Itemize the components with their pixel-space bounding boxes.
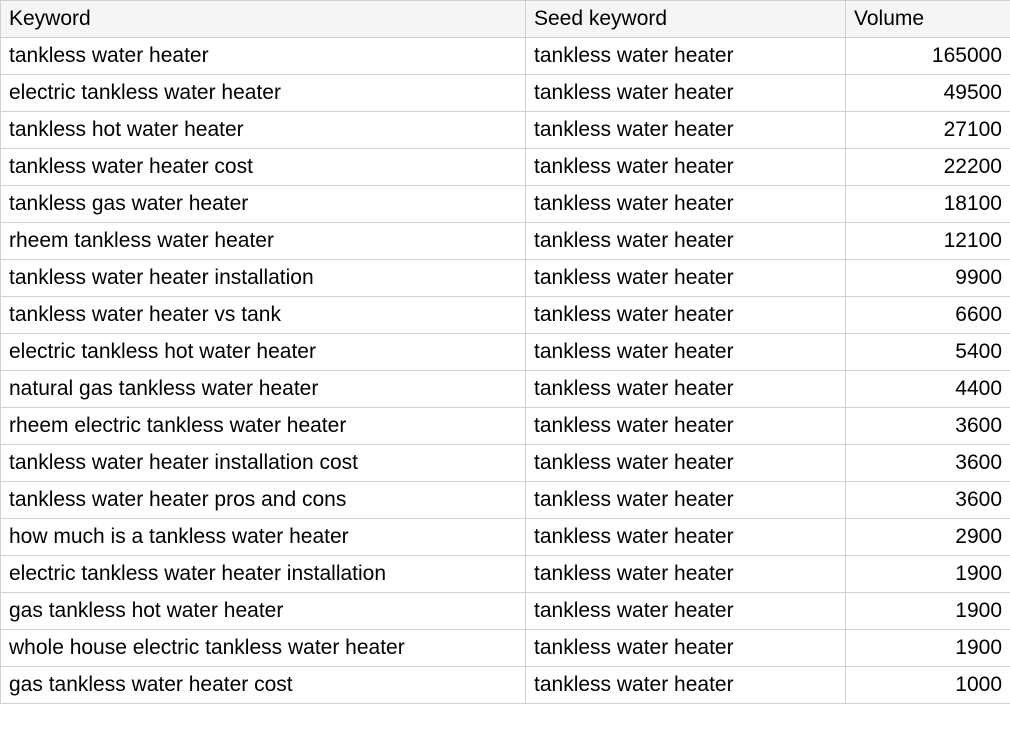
cell-volume[interactable]: 3600 <box>846 482 1010 519</box>
cell-seed[interactable]: tankless water heater <box>526 75 846 112</box>
cell-volume[interactable]: 2900 <box>846 519 1010 556</box>
cell-volume[interactable]: 4400 <box>846 371 1010 408</box>
cell-keyword[interactable]: tankless water heater installation cost <box>1 445 526 482</box>
table-body: tankless water heatertankless water heat… <box>1 38 1010 704</box>
table-row: how much is a tankless water heatertankl… <box>1 519 1010 556</box>
keyword-table: Keyword Seed keyword Volume tankless wat… <box>0 0 1010 704</box>
cell-volume[interactable]: 1900 <box>846 556 1010 593</box>
cell-seed[interactable]: tankless water heater <box>526 445 846 482</box>
cell-volume[interactable]: 165000 <box>846 38 1010 75</box>
table-row: electric tankless water heater installat… <box>1 556 1010 593</box>
table-row: rheem electric tankless water heatertank… <box>1 408 1010 445</box>
cell-volume[interactable]: 3600 <box>846 408 1010 445</box>
cell-keyword[interactable]: electric tankless water heater installat… <box>1 556 526 593</box>
cell-volume[interactable]: 12100 <box>846 223 1010 260</box>
cell-volume[interactable]: 1900 <box>846 593 1010 630</box>
table-row: electric tankless water heatertankless w… <box>1 75 1010 112</box>
cell-keyword[interactable]: how much is a tankless water heater <box>1 519 526 556</box>
cell-keyword[interactable]: gas tankless hot water heater <box>1 593 526 630</box>
cell-seed[interactable]: tankless water heater <box>526 408 846 445</box>
cell-keyword[interactable]: natural gas tankless water heater <box>1 371 526 408</box>
table-row: whole house electric tankless water heat… <box>1 630 1010 667</box>
cell-keyword[interactable]: gas tankless water heater cost <box>1 667 526 704</box>
cell-volume[interactable]: 49500 <box>846 75 1010 112</box>
table-row: gas tankless hot water heatertankless wa… <box>1 593 1010 630</box>
cell-seed[interactable]: tankless water heater <box>526 149 846 186</box>
cell-keyword[interactable]: tankless hot water heater <box>1 112 526 149</box>
cell-seed[interactable]: tankless water heater <box>526 297 846 334</box>
cell-seed[interactable]: tankless water heater <box>526 371 846 408</box>
cell-volume[interactable]: 5400 <box>846 334 1010 371</box>
cell-volume[interactable]: 3600 <box>846 445 1010 482</box>
cell-keyword[interactable]: tankless water heater cost <box>1 149 526 186</box>
cell-seed[interactable]: tankless water heater <box>526 482 846 519</box>
cell-keyword[interactable]: tankless water heater <box>1 38 526 75</box>
cell-volume[interactable]: 9900 <box>846 260 1010 297</box>
header-seed[interactable]: Seed keyword <box>526 1 846 38</box>
cell-seed[interactable]: tankless water heater <box>526 38 846 75</box>
cell-seed[interactable]: tankless water heater <box>526 630 846 667</box>
cell-volume[interactable]: 18100 <box>846 186 1010 223</box>
cell-volume[interactable]: 1000 <box>846 667 1010 704</box>
cell-seed[interactable]: tankless water heater <box>526 593 846 630</box>
cell-keyword[interactable]: tankless water heater pros and cons <box>1 482 526 519</box>
table-row: gas tankless water heater costtankless w… <box>1 667 1010 704</box>
table-row: rheem tankless water heatertankless wate… <box>1 223 1010 260</box>
table-row: tankless water heater costtankless water… <box>1 149 1010 186</box>
cell-seed[interactable]: tankless water heater <box>526 260 846 297</box>
cell-volume[interactable]: 1900 <box>846 630 1010 667</box>
cell-seed[interactable]: tankless water heater <box>526 223 846 260</box>
header-volume[interactable]: Volume <box>846 1 1010 38</box>
cell-keyword[interactable]: electric tankless water heater <box>1 75 526 112</box>
cell-seed[interactable]: tankless water heater <box>526 334 846 371</box>
header-keyword[interactable]: Keyword <box>1 1 526 38</box>
table-row: tankless hot water heatertankless water … <box>1 112 1010 149</box>
cell-seed[interactable]: tankless water heater <box>526 556 846 593</box>
cell-volume[interactable]: 22200 <box>846 149 1010 186</box>
table-row: tankless water heater pros and constankl… <box>1 482 1010 519</box>
cell-seed[interactable]: tankless water heater <box>526 112 846 149</box>
cell-volume[interactable]: 27100 <box>846 112 1010 149</box>
table-row: tankless gas water heatertankless water … <box>1 186 1010 223</box>
table-row: tankless water heatertankless water heat… <box>1 38 1010 75</box>
cell-volume[interactable]: 6600 <box>846 297 1010 334</box>
cell-keyword[interactable]: tankless gas water heater <box>1 186 526 223</box>
cell-seed[interactable]: tankless water heater <box>526 186 846 223</box>
cell-seed[interactable]: tankless water heater <box>526 519 846 556</box>
cell-keyword[interactable]: rheem tankless water heater <box>1 223 526 260</box>
cell-keyword[interactable]: rheem electric tankless water heater <box>1 408 526 445</box>
cell-seed[interactable]: tankless water heater <box>526 667 846 704</box>
table-row: tankless water heater installationtankle… <box>1 260 1010 297</box>
table-row: tankless water heater vs tanktankless wa… <box>1 297 1010 334</box>
cell-keyword[interactable]: whole house electric tankless water heat… <box>1 630 526 667</box>
cell-keyword[interactable]: tankless water heater installation <box>1 260 526 297</box>
cell-keyword[interactable]: electric tankless hot water heater <box>1 334 526 371</box>
table-row: tankless water heater installation costt… <box>1 445 1010 482</box>
cell-keyword[interactable]: tankless water heater vs tank <box>1 297 526 334</box>
table-header-row: Keyword Seed keyword Volume <box>1 1 1010 38</box>
table-row: electric tankless hot water heatertankle… <box>1 334 1010 371</box>
table-row: natural gas tankless water heatertankles… <box>1 371 1010 408</box>
